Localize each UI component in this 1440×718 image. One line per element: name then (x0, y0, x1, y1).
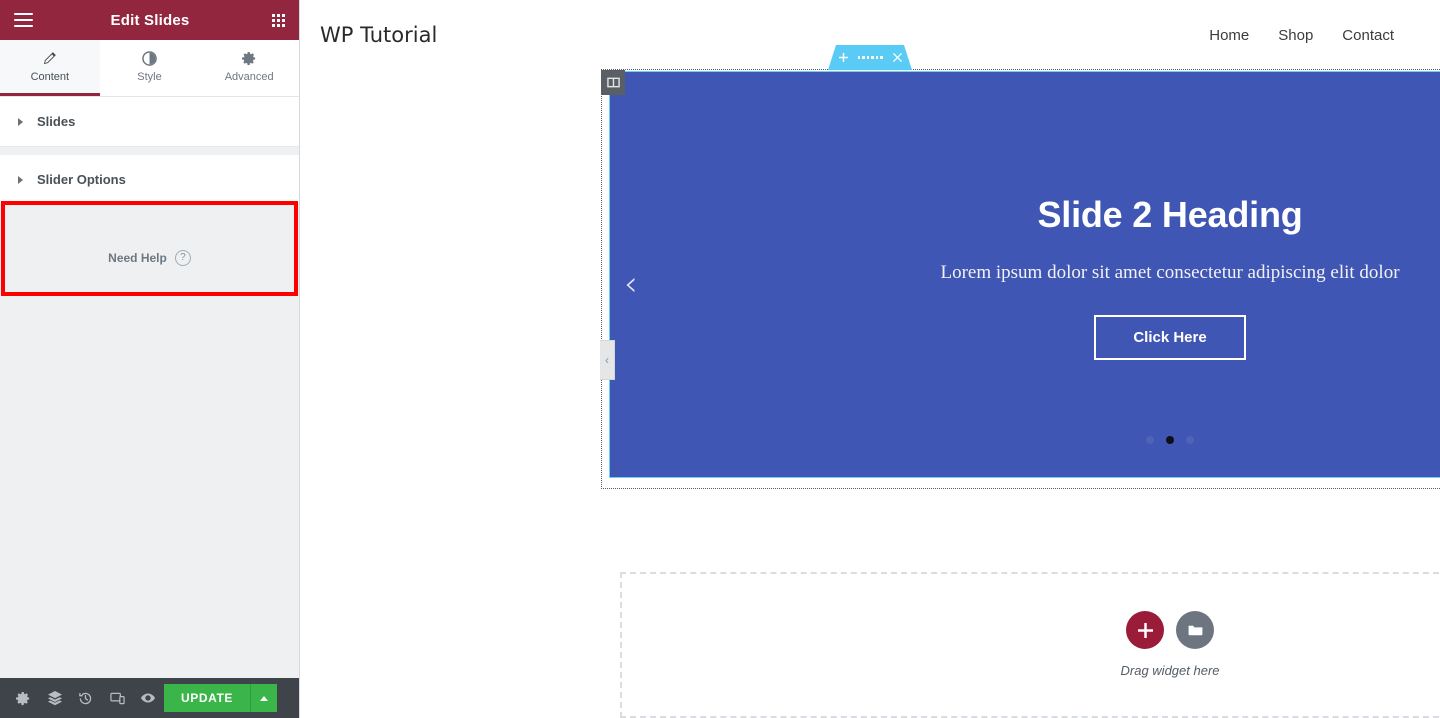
slider-dot-1[interactable] (1146, 436, 1154, 444)
slide-heading: Slide 2 Heading (1037, 194, 1303, 235)
slide-content: Slide 2 Heading Lorem ipsum dolor sit am… (610, 72, 1440, 477)
tab-advanced[interactable]: Advanced (199, 40, 299, 96)
editor-canvas: WP Tutorial Home Shop Contact Slide 2 He… (300, 0, 1440, 718)
close-x-icon[interactable] (892, 53, 902, 62)
update-options-caret[interactable] (251, 684, 277, 712)
drag-handle-dots-icon[interactable] (857, 56, 883, 59)
slides-widget[interactable]: Slide 2 Heading Lorem ipsum dolor sit am… (610, 72, 1440, 477)
panel-body: Slides Slider Options Need Help ? (0, 97, 299, 678)
nav-item-contact[interactable]: Contact (1342, 27, 1394, 44)
column-layout-icon[interactable] (601, 70, 625, 95)
responsive-mode-icon[interactable] (102, 678, 133, 718)
caret-up-icon (260, 695, 268, 701)
panel-collapse-handle[interactable]: ‹ (600, 340, 615, 380)
nav-item-shop[interactable]: Shop (1278, 27, 1313, 44)
tab-style-label: Style (137, 70, 162, 83)
panel-header: Edit Slides (0, 0, 299, 40)
panel-tabs: Content Style Advanced (0, 40, 299, 97)
half-circle-contrast-icon (142, 50, 157, 66)
empty-drop-section[interactable]: Drag widget here (620, 572, 1440, 718)
panel-title: Edit Slides (110, 11, 190, 29)
accordion-section-slides[interactable]: Slides (0, 97, 299, 147)
hamburger-menu-icon[interactable] (14, 13, 33, 27)
update-button-group: UPDATE (163, 684, 277, 712)
panel-footer-toolbar: UPDATE (0, 678, 299, 718)
grid-apps-icon[interactable] (272, 13, 285, 27)
slider-pagination (610, 436, 1440, 444)
editor-panel: Edit Slides Content Style Advanced Slide… (0, 0, 300, 718)
slider-dot-3[interactable] (1186, 436, 1194, 444)
slide-description: Lorem ipsum dolor sit amet consectetur a… (940, 262, 1400, 283)
accordion-slides-label: Slides (37, 114, 76, 129)
add-section-button[interactable] (1126, 611, 1164, 649)
navigator-layers-icon[interactable] (39, 678, 70, 718)
slide-cta-button[interactable]: Click Here (1094, 315, 1246, 360)
elementor-editor: Edit Slides Content Style Advanced Slide… (0, 0, 1440, 718)
drop-area-label: Drag widget here (1120, 663, 1220, 678)
tab-advanced-label: Advanced (224, 70, 274, 83)
tab-content-label: Content (30, 70, 70, 83)
accordion-divider (0, 147, 299, 155)
history-revisions-icon[interactable] (70, 678, 101, 718)
tab-content[interactable]: Content (0, 40, 100, 96)
section-toolbar (828, 45, 912, 70)
plus-icon[interactable] (838, 53, 848, 62)
chevron-right-icon (18, 117, 23, 126)
accordion-slider-options-label: Slider Options (37, 172, 126, 187)
nav-item-home[interactable]: Home (1209, 27, 1249, 44)
need-help-label: Need Help (108, 251, 167, 265)
accordion-section-slider-options[interactable]: Slider Options (0, 155, 299, 205)
site-nav: Home Shop Contact (1209, 27, 1394, 44)
site-logo[interactable]: WP Tutorial (320, 23, 437, 47)
gear-icon (241, 51, 257, 66)
update-button[interactable]: UPDATE (163, 684, 251, 712)
preview-eye-icon[interactable] (133, 678, 164, 718)
need-help[interactable]: Need Help ? (0, 250, 299, 266)
annotation-highlight-box (1, 201, 298, 296)
settings-gear-icon[interactable] (8, 678, 39, 718)
question-circle-icon[interactable]: ? (174, 250, 191, 266)
add-template-button[interactable] (1176, 611, 1214, 649)
drop-buttons (1126, 611, 1214, 649)
slider-dot-2[interactable] (1166, 436, 1174, 444)
chevron-right-icon (18, 175, 23, 184)
pencil-icon (42, 51, 57, 66)
slider-prev-arrow[interactable]: ‹ (624, 267, 638, 301)
controls-accordion: Slides Slider Options (0, 97, 299, 296)
tab-style[interactable]: Style (100, 40, 200, 96)
